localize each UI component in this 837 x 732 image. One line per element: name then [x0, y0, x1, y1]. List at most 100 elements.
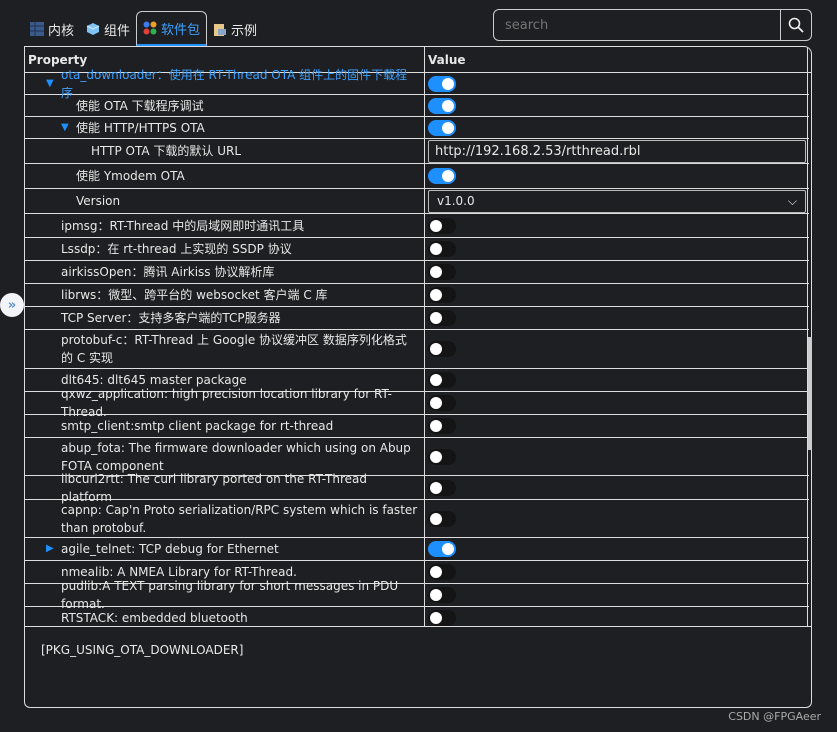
scrollbar-thumb[interactable] — [808, 337, 812, 450]
table-row[interactable]: ipmsg：RT-Thread 中的局域网即时通讯工具 — [25, 214, 809, 238]
toggle-switch[interactable] — [428, 264, 456, 280]
table-row[interactable]: ▼ 使能 HTTP/HTTPS OTA — [25, 117, 809, 139]
property-label: smtp_client:smtp client package for rt-t… — [61, 419, 334, 433]
property-cell: qxwz_application: high precision locatio… — [25, 387, 425, 419]
property-cell: protobuf-c：RT-Thread 上 Google 协议缓冲区 数据序列… — [25, 330, 425, 368]
value-cell — [425, 330, 809, 368]
toggle-switch[interactable] — [428, 587, 456, 603]
value-header: Value — [428, 52, 466, 67]
tab-label: 软件包 — [161, 22, 201, 38]
grid-body: ▼ ota_downloader：使用在 RT-Thread OTA 组件上的固件… — [25, 68, 811, 626]
toggle-switch[interactable] — [428, 119, 456, 136]
property-cell: librws：微型、跨平台的 websocket 客户端 C 库 — [25, 284, 425, 306]
property-cell: Version — [25, 189, 425, 213]
table-row[interactable]: RTSTACK: embedded bluetooth — [25, 607, 809, 626]
table-row[interactable]: protobuf-c：RT-Thread 上 Google 协议缓冲区 数据序列… — [25, 330, 809, 369]
toggle-switch[interactable] — [428, 168, 456, 184]
property-label: 使能 Ymodem OTA — [76, 169, 185, 183]
property-cell: HTTP OTA 下载的默认 URL — [25, 139, 425, 163]
tab-2[interactable]: 软件包 — [136, 11, 208, 47]
table-row[interactable]: capnp: Cap'n Proto serialization/RPC sys… — [25, 500, 809, 538]
property-cell: ipmsg：RT-Thread 中的局域网即时通讯工具 — [25, 214, 425, 237]
property-cell: libcurl2rtt: The curl library ported on … — [25, 472, 425, 504]
table-row[interactable]: 使能 OTA 下载程序调试 — [25, 95, 809, 117]
tab-1[interactable]: 组件 — [80, 11, 136, 47]
tab-bar: 内核 组件 软件包 示例 — [24, 9, 263, 47]
value-cell — [425, 438, 809, 475]
search-icon — [788, 17, 804, 33]
toggle-switch[interactable] — [428, 75, 456, 92]
property-label: HTTP OTA 下载的默认 URL — [91, 144, 242, 158]
table-row[interactable]: ▶ agile_telnet: TCP debug for Ethernet — [25, 538, 809, 561]
table-row[interactable]: libcurl2rtt: The curl library ported on … — [25, 472, 809, 504]
url-input[interactable]: http://192.168.2.53/rtthread.rbl — [428, 139, 806, 163]
toggle-switch[interactable] — [428, 541, 456, 557]
watermark: CSDN @FPGAeer — [728, 710, 821, 723]
toggle-switch[interactable] — [428, 241, 456, 257]
value-cell — [425, 561, 809, 583]
version-select[interactable]: v1.0.0 ⌵ — [428, 189, 806, 213]
value-cell — [425, 164, 809, 188]
table-row[interactable]: smtp_client:smtp client package for rt-t… — [25, 415, 809, 438]
table-row[interactable]: librws：微型、跨平台的 websocket 客户端 C 库 — [25, 284, 809, 307]
property-label: TCP Server：支持多客户端的TCP服务器 — [61, 311, 281, 325]
toggle-switch[interactable] — [428, 395, 456, 411]
search-box — [493, 9, 812, 41]
selected-value: v1.0.0 — [437, 194, 475, 208]
property-label: librws：微型、跨平台的 websocket 客户端 C 库 — [61, 288, 328, 302]
toggle-switch[interactable] — [428, 310, 456, 326]
value-cell — [425, 500, 809, 537]
value-cell — [425, 392, 809, 414]
caret-down-icon[interactable]: ▼ — [46, 75, 54, 93]
property-label: RTSTACK: embedded bluetooth — [61, 611, 248, 625]
tab-label: 示例 — [231, 23, 258, 39]
toggle-switch[interactable] — [428, 564, 456, 580]
caret-down-icon[interactable]: ▼ — [61, 119, 69, 137]
packages-icon — [143, 21, 157, 35]
toggle-switch[interactable] — [428, 418, 456, 434]
toggle-switch[interactable] — [428, 287, 456, 303]
search-button[interactable] — [780, 10, 811, 40]
property-label: 使能 HTTP/HTTPS OTA — [76, 120, 205, 135]
property-cell: ▶ agile_telnet: TCP debug for Ethernet — [25, 538, 425, 560]
toggle-switch[interactable] — [428, 341, 456, 357]
toggle-switch[interactable] — [428, 479, 456, 496]
table-row[interactable]: Lssdp：在 rt-thread 上实现的 SSDP 协议 — [25, 238, 809, 261]
property-label: 使能 OTA 下载程序调试 — [76, 98, 204, 113]
property-cell: 使能 OTA 下载程序调试 — [25, 95, 425, 116]
table-row[interactable]: pudlib:A TEXT parsing library for short … — [25, 579, 809, 611]
table-row[interactable]: qxwz_application: high precision locatio… — [25, 387, 809, 419]
toggle-switch[interactable] — [428, 610, 456, 626]
property-label: agile_telnet: TCP debug for Ethernet — [61, 542, 279, 556]
property-cell: RTSTACK: embedded bluetooth — [25, 607, 425, 626]
property-cell: pudlib:A TEXT parsing library for short … — [25, 579, 425, 611]
toggle-switch[interactable] — [428, 372, 456, 388]
toggle-switch[interactable] — [428, 448, 456, 465]
tab-0[interactable]: 内核 — [24, 11, 80, 47]
property-label: ipmsg：RT-Thread 中的局域网即时通讯工具 — [61, 218, 305, 233]
description-text: [PKG_USING_OTA_DOWNLOADER] — [41, 643, 244, 657]
property-label: Lssdp：在 rt-thread 上实现的 SSDP 协议 — [61, 242, 292, 256]
grid-icon — [30, 22, 44, 36]
expand-panel-button[interactable]: » — [0, 293, 24, 317]
table-row[interactable]: ▼ ota_downloader：使用在 RT-Thread OTA 组件上的固件… — [25, 68, 809, 100]
cube-icon — [86, 22, 100, 36]
search-input[interactable] — [494, 10, 780, 40]
value-cell — [425, 584, 809, 606]
toggle-switch[interactable] — [428, 97, 456, 114]
property-cell: TCP Server：支持多客户端的TCP服务器 — [25, 307, 425, 329]
value-cell — [425, 73, 809, 94]
value-cell — [425, 261, 809, 283]
value-cell — [425, 117, 809, 138]
property-cell: airkissOpen：腾讯 Airkiss 协议解析库 — [25, 261, 425, 283]
caret-right-icon[interactable]: ▶ — [46, 540, 54, 558]
property-grid: Property Value ▼ ota_downloader：使用在 RT-Th… — [24, 46, 812, 626]
tab-3[interactable]: 示例 — [207, 11, 263, 47]
table-row[interactable]: HTTP OTA 下载的默认 URL http://192.168.2.53/rt… — [25, 139, 809, 164]
toggle-switch[interactable] — [428, 510, 456, 527]
table-row[interactable]: 使能 Ymodem OTA — [25, 164, 809, 189]
table-row[interactable]: airkissOpen：腾讯 Airkiss 协议解析库 — [25, 261, 809, 284]
toggle-switch[interactable] — [428, 217, 456, 234]
table-row[interactable]: Version v1.0.0 ⌵ — [25, 189, 809, 214]
table-row[interactable]: TCP Server：支持多客户端的TCP服务器 — [25, 307, 809, 330]
